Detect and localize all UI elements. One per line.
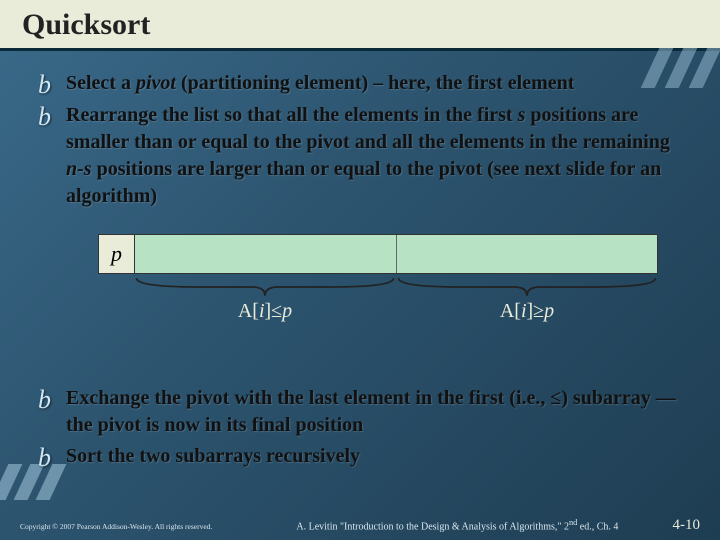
copyright-text: Copyright © 2007 Pearson Addison-Wesley.… [20,522,212,531]
bullet-icon: b [38,385,66,413]
page-number: 4-10 [673,517,701,534]
bullet-item: bExchange the pivot with the last elemen… [38,385,690,439]
left-partition-cell [135,235,397,273]
footer: Copyright © 2007 Pearson Addison-Wesley.… [20,517,700,534]
bullet-text: Select a pivot (partitioning element) – … [66,70,574,97]
array-row: p [98,234,658,274]
bullet-item: bSelect a pivot (partitioning element) –… [38,70,690,98]
right-partition-label: A[i]≥p [396,300,658,323]
bullet-text: Exchange the pivot with the last element… [66,385,690,439]
bullet-text: Rearrange the list so that all the eleme… [66,102,690,210]
pivot-cell: p [99,235,135,273]
right-brace [396,276,658,298]
bullet-item: bSort the two subarrays recursively [38,443,690,471]
bullet-icon: b [38,443,66,471]
bullet-icon: b [38,70,66,98]
left-brace [134,276,396,298]
partition-diagram: p A[i]≤p A[i]≥p [98,234,658,323]
source-text: A. Levitin "Introduction to the Design &… [212,518,672,532]
bullet-item: bRearrange the list so that all the elem… [38,102,690,210]
title-bar: Quicksort [0,0,720,51]
right-partition-cell [397,235,658,273]
slide-title: Quicksort [22,8,698,42]
left-partition-label: A[i]≤p [134,300,396,323]
bottom-bullets: bExchange the pivot with the last elemen… [38,385,690,475]
bullet-icon: b [38,102,66,130]
bullet-text: Sort the two subarrays recursively [66,443,360,470]
content-area: bSelect a pivot (partitioning element) –… [38,70,690,341]
